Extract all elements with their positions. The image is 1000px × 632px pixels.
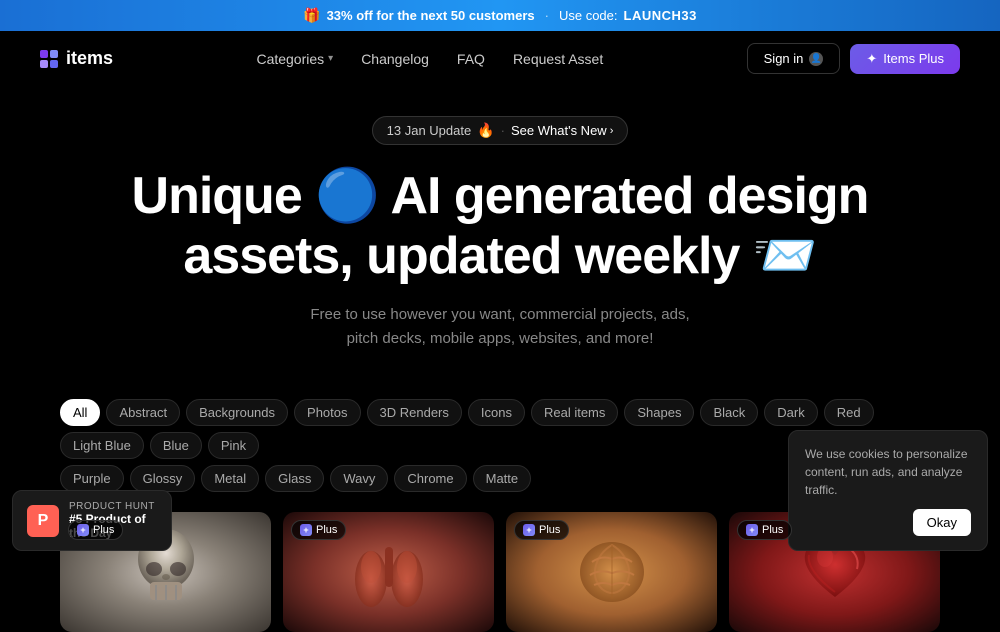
brain-image: [572, 527, 652, 617]
filter-glossy[interactable]: Glossy: [130, 465, 196, 492]
navbar: items Categories ▾ Changelog FAQ Request…: [0, 31, 1000, 86]
badge-dot: ·: [501, 123, 505, 138]
signin-button[interactable]: Sign in 👤: [747, 43, 841, 74]
filter-photos[interactable]: Photos: [294, 399, 360, 426]
plus-icon: +: [746, 524, 758, 536]
ph-label: PRODUCT HUNT: [69, 501, 157, 512]
main-nav: Categories ▾ Changelog FAQ Request Asset: [256, 51, 603, 67]
plus-label: Plus: [93, 524, 114, 536]
banner-code-prefix: Use code:: [559, 8, 618, 23]
plus-badge-heart: + Plus: [737, 520, 792, 540]
plus-label: Plus: [762, 524, 783, 536]
nav-request-asset[interactable]: Request Asset: [513, 51, 603, 67]
logo-text: items: [66, 48, 113, 69]
plus-badge-lungs: + Plus: [291, 520, 346, 540]
nav-faq[interactable]: FAQ: [457, 51, 485, 67]
filter-3d-renders[interactable]: 3D Renders: [367, 399, 462, 426]
navbar-actions: Sign in 👤 ✦ Items Plus: [747, 43, 960, 74]
filter-black[interactable]: Black: [700, 399, 758, 426]
filter-glass[interactable]: Glass: [265, 465, 324, 492]
filter-abstract[interactable]: Abstract: [106, 399, 180, 426]
filter-light-blue[interactable]: Light Blue: [60, 432, 144, 459]
plus-icon: +: [300, 524, 312, 536]
update-badge[interactable]: 13 Jan Update 🔥 · See What's New ›: [372, 116, 629, 145]
gift-icon: 🎁: [303, 7, 320, 24]
chevron-down-icon: ▾: [328, 53, 333, 64]
badge-date: 13 Jan Update: [387, 123, 472, 138]
banner-separator: ·: [545, 8, 549, 23]
cookie-banner: We use cookies to personalize content, r…: [788, 430, 988, 551]
lungs-image: [349, 527, 429, 617]
see-whats-new-link[interactable]: See What's New ›: [511, 123, 613, 138]
plus-label: Items Plus: [883, 51, 944, 66]
plus-icon: +: [77, 524, 89, 536]
plus-icon: +: [523, 524, 535, 536]
fire-icon: 🔥: [477, 122, 494, 139]
filter-metal[interactable]: Metal: [201, 465, 259, 492]
filter-pink[interactable]: Pink: [208, 432, 259, 459]
filter-shapes[interactable]: Shapes: [624, 399, 694, 426]
hero-subtext: Free to use however you want, commercial…: [300, 303, 700, 351]
asset-card-brain[interactable]: + Plus: [506, 512, 717, 632]
filter-wavy[interactable]: Wavy: [330, 465, 388, 492]
filter-all[interactable]: All: [60, 399, 100, 426]
banner-offer-text: 33% off for the next 50 customers: [327, 8, 535, 23]
filter-purple[interactable]: Purple: [60, 465, 124, 492]
hero-section: 13 Jan Update 🔥 · See What's New › Uniqu…: [0, 86, 1000, 399]
filter-backgrounds[interactable]: Backgrounds: [186, 399, 288, 426]
user-icon: 👤: [809, 52, 823, 66]
filter-icons[interactable]: Icons: [468, 399, 525, 426]
hero-headline: Unique 🔵 AI generated designassets, upda…: [20, 167, 980, 287]
logo[interactable]: items: [40, 48, 113, 69]
plus-label: Plus: [539, 524, 560, 536]
filter-matte[interactable]: Matte: [473, 465, 532, 492]
plus-badge-brain: + Plus: [514, 520, 569, 540]
nav-categories[interactable]: Categories ▾: [256, 51, 333, 67]
chevron-right-icon: ›: [610, 125, 614, 137]
filter-red[interactable]: Red: [824, 399, 874, 426]
filter-dark[interactable]: Dark: [764, 399, 817, 426]
filter-chrome[interactable]: Chrome: [394, 465, 466, 492]
signin-label: Sign in: [764, 51, 804, 66]
filter-blue[interactable]: Blue: [150, 432, 202, 459]
logo-icon: [40, 50, 58, 68]
plus-cross-icon: ✦: [866, 51, 877, 67]
items-plus-button[interactable]: ✦ Items Plus: [850, 44, 960, 74]
cookie-okay-button[interactable]: Okay: [913, 509, 971, 536]
promo-banner: 🎁 33% off for the next 50 customers · Us…: [0, 0, 1000, 31]
nav-changelog[interactable]: Changelog: [361, 51, 429, 67]
cookie-text: We use cookies to personalize content, r…: [805, 445, 971, 499]
plus-label: Plus: [316, 524, 337, 536]
banner-code: LAUNCH33: [624, 8, 697, 23]
product-hunt-logo: P: [27, 505, 59, 537]
filter-real-items[interactable]: Real items: [531, 399, 618, 426]
plus-badge-skull: + Plus: [68, 520, 123, 540]
asset-card-lungs[interactable]: + Plus: [283, 512, 494, 632]
